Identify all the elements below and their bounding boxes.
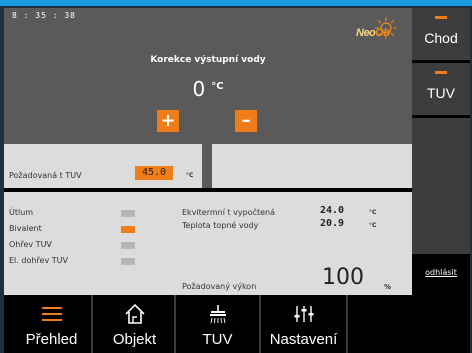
indicator-label: Útlum [9, 208, 34, 217]
nav-objekt[interactable]: Objekt [93, 295, 176, 353]
bottom-navigation: Přehled Objekt TUV Nastavení [4, 295, 470, 353]
logout-link[interactable]: odhlásit [412, 268, 470, 277]
indicator-row: Bivalent [9, 224, 135, 233]
status-panel: Útlum Bivalent Ohřev TUV El. dohřev TUV … [4, 192, 412, 295]
nav-label: Přehled [25, 331, 78, 348]
indicator-label: El. dohřev TUV [9, 256, 68, 265]
indicator-lamp [121, 210, 135, 217]
power-value: 100 [322, 265, 364, 290]
indicator-lamp [121, 258, 135, 265]
indicator-row: Útlum [9, 208, 135, 217]
house-icon [125, 303, 145, 324]
side-button-tuv[interactable]: TUV [412, 63, 470, 115]
indicator-lamp [121, 226, 135, 233]
reading-unit: °C [369, 222, 377, 229]
power-unit: % [384, 283, 392, 291]
increase-button[interactable]: + [157, 110, 179, 132]
requested-tuv-panel: Požadovaná t TUV 45.0 °C [4, 144, 202, 188]
nav-label: Objekt [112, 331, 157, 348]
indicator-row: El. dohřev TUV [9, 256, 135, 265]
nav-prehled[interactable]: Přehled [10, 295, 93, 353]
nav-divider [346, 295, 348, 353]
logo-text: NeoOb [356, 27, 390, 39]
top-accent-bar [0, 0, 472, 6]
indicator-lamp [121, 242, 135, 249]
control-title: Korekce výstupní vody [150, 55, 266, 65]
app-frame: 8 : 35 : 38 NeoOb Korekce výstupní vody … [0, 0, 472, 353]
nav-label: TUV [202, 331, 233, 348]
nav-divider [259, 295, 261, 353]
side-button-label: TUV [427, 85, 455, 101]
empty-panel [212, 144, 412, 188]
requested-tuv-unit: °C [186, 172, 194, 179]
correction-unit: °C [211, 81, 224, 92]
requested-tuv-value[interactable]: 45.0 [135, 166, 173, 180]
active-marker [435, 71, 447, 74]
indicator-row: Ohřev TUV [9, 240, 135, 249]
requested-tuv-label: Požadovaná t TUV [9, 171, 82, 180]
correction-value: 0 [192, 77, 206, 101]
correction-readout: 0 °C [4, 77, 412, 101]
side-button-chod[interactable]: Chod [412, 8, 470, 60]
side-filler [412, 118, 470, 254]
reading-value: 24.0 [320, 205, 345, 216]
reading-unit: °C [369, 209, 377, 216]
brand-logo: NeoOb [356, 16, 400, 42]
reading-label: Teplota topné vody [182, 221, 259, 230]
nav-tuv[interactable]: TUV [176, 295, 259, 353]
control-panel: 8 : 35 : 38 NeoOb Korekce výstupní vody … [4, 8, 412, 144]
menu-icon [42, 307, 62, 321]
active-marker [435, 16, 447, 19]
sliders-icon [294, 306, 314, 322]
decrease-button[interactable]: – [235, 110, 257, 132]
device-screen: 8 : 35 : 38 NeoOb Korekce výstupní vody … [4, 8, 470, 353]
shower-icon [210, 305, 226, 324]
nav-nastaveni[interactable]: Nastavení [262, 295, 345, 353]
reading-label: Ekvitermní t vypočtená [182, 208, 276, 217]
nav-label: Nastavení [269, 331, 338, 348]
side-button-label: Chod [424, 30, 458, 46]
power-label: Požadovaný výkon [182, 282, 257, 291]
side-menu: Chod TUV odhlásit [412, 8, 470, 295]
panel-divider [202, 144, 212, 188]
indicator-label: Ohřev TUV [9, 240, 52, 249]
clock: 8 : 35 : 38 [12, 11, 76, 20]
reading-value: 20.9 [320, 218, 345, 229]
indicator-label: Bivalent [9, 224, 42, 233]
